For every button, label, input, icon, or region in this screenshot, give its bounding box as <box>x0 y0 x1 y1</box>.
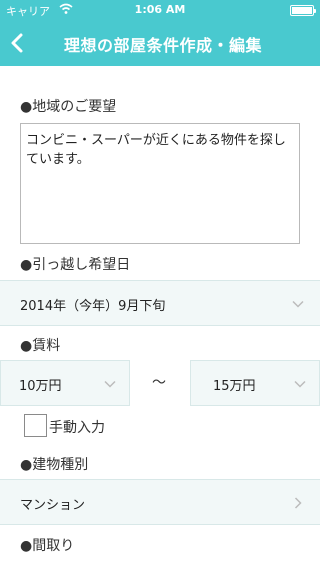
area-request-label: ●地域のご要望 <box>20 99 117 115</box>
chevron-down-icon <box>103 376 117 390</box>
back-button[interactable] <box>6 30 30 56</box>
nav-header: キャリア 1:06 AM 理想の部屋条件作成・編集 <box>0 0 320 66</box>
rent-min-select[interactable]: 10万円 <box>0 360 130 406</box>
building-type-select[interactable]: マンション <box>0 479 320 525</box>
chevron-right-icon <box>291 495 305 509</box>
rent-max-select[interactable]: 15万円 <box>190 360 320 406</box>
chevron-down-icon <box>293 376 307 390</box>
rent-min-value: 10万円 <box>19 379 62 394</box>
status-bar: キャリア 1:06 AM <box>0 0 320 20</box>
floor-plan-label: ●間取り <box>20 538 75 554</box>
status-time: 1:06 AM <box>134 3 186 16</box>
battery-icon <box>290 5 316 16</box>
move-date-select[interactable]: 2014年（今年）9月下旬 <box>0 280 320 326</box>
building-type-label: ●建物種別 <box>20 457 89 473</box>
chevron-left-icon <box>11 33 23 53</box>
move-date-value: 2014年（今年）9月下旬 <box>20 299 166 314</box>
rent-max-value: 15万円 <box>213 379 256 394</box>
move-date-label: ●引っ越し希望日 <box>20 257 131 273</box>
area-request-textarea[interactable]: コンビニ・スーパーが近くにある物件を探しています。 <box>20 123 300 244</box>
rent-label: ●賃料 <box>20 338 61 354</box>
manual-input-checkbox[interactable] <box>24 414 47 437</box>
rent-range-separator: 〜 <box>152 375 166 391</box>
page-title: 理想の部屋条件作成・編集 <box>63 36 262 55</box>
manual-input-label[interactable]: 手動入力 <box>49 417 105 437</box>
chevron-down-icon <box>291 296 305 310</box>
building-type-value: マンション <box>20 498 86 513</box>
